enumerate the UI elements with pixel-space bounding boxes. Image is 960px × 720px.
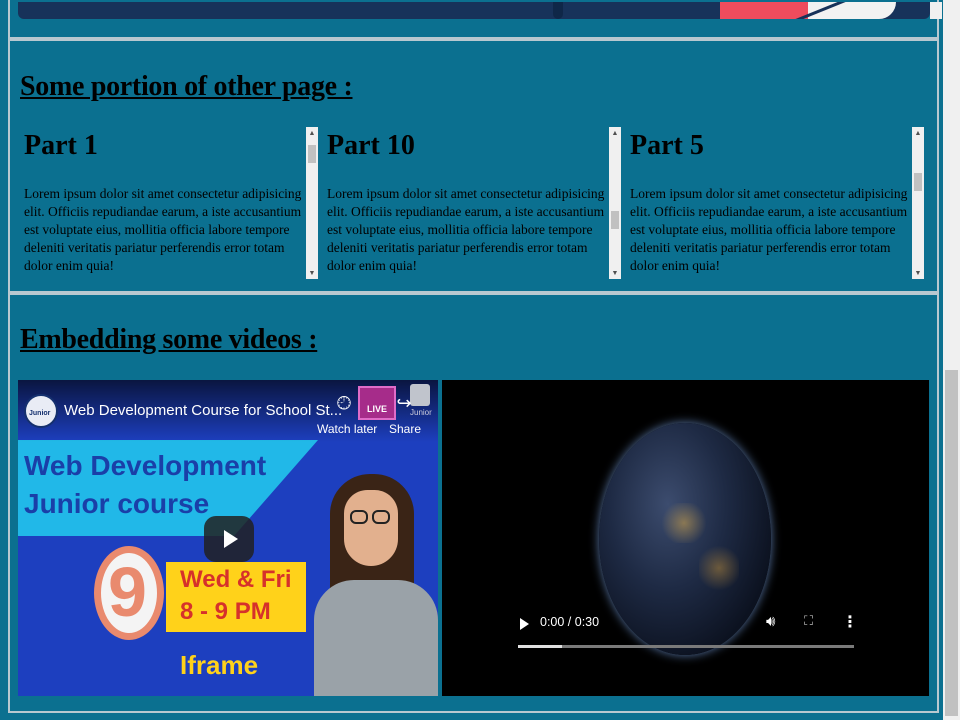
scroll-up-icon[interactable]: ▲: [609, 127, 621, 139]
video-controls: 0:00 / 0:30 🔊︎ ⛶ ⋮: [512, 612, 862, 652]
thumbnail-time: 8 - 9 PM: [180, 598, 271, 625]
seek-bar-progress: [518, 645, 562, 648]
part-frame-10[interactable]: Part 10 Lorem ipsum dolor sit amet conse…: [321, 127, 621, 279]
fullscreen-icon[interactable]: ⛶: [804, 614, 813, 629]
top-iframe[interactable]: [18, 2, 930, 19]
part-text: Lorem ipsum dolor sit amet consectetur a…: [24, 186, 302, 273]
presenter-image: [308, 460, 438, 696]
volume-icon[interactable]: 🔊︎: [766, 612, 775, 630]
other-page-title: Some portion of other page :: [20, 71, 353, 102]
html5-video-player[interactable]: 0:00 / 0:30 🔊︎ ⛶ ⋮: [442, 380, 929, 696]
top-iframe-red-block: [720, 2, 808, 19]
part-title: Part 10: [327, 130, 415, 161]
part-title: Part 1: [24, 130, 98, 161]
channel-logo-text: Junior: [29, 410, 51, 417]
scroll-thumb[interactable]: [611, 211, 619, 229]
scroll-up-icon[interactable]: ▲: [912, 127, 924, 139]
share-icon[interactable]: ↪: [394, 394, 414, 414]
scroll-down-icon[interactable]: ▼: [912, 267, 924, 279]
scroll-down-icon[interactable]: ▼: [306, 267, 318, 279]
part-text: Lorem ipsum dolor sit amet consectetur a…: [630, 186, 908, 273]
thumbnail-heading-2: Junior course: [24, 488, 210, 519]
scroll-down-icon[interactable]: ▼: [609, 267, 621, 279]
watch-later-button[interactable]: Watch later: [317, 422, 377, 436]
part-frame-1[interactable]: Part 1 Lorem ipsum dolor sit amet consec…: [18, 127, 318, 279]
thumbnail-label: Iframe: [180, 650, 259, 680]
clock-icon[interactable]: 🕘︎: [334, 394, 354, 414]
top-iframe-divider: [553, 2, 563, 19]
videos-title: Embedding some videos :: [20, 324, 318, 355]
page-scrollbar[interactable]: [943, 0, 960, 720]
part-title: Part 5: [630, 130, 704, 161]
more-options-icon[interactable]: ⋮: [842, 612, 858, 631]
part-scrollbar[interactable]: ▲ ▼: [306, 127, 318, 279]
thumbnail-heading-1: Web Development: [24, 450, 267, 481]
live-badge-box: [358, 386, 396, 420]
seek-bar[interactable]: [518, 645, 854, 648]
other-page-section: Some portion of other page : Part 1 Lore…: [8, 39, 939, 293]
share-button[interactable]: Share: [389, 422, 421, 436]
page-scroll-thumb[interactable]: [945, 370, 958, 716]
video-time: 0:00 / 0:30: [540, 615, 600, 629]
videos-section: Embedding some videos : Web Development …: [8, 293, 939, 713]
scroll-thumb[interactable]: [914, 173, 922, 191]
scroll-up-icon[interactable]: ▲: [306, 127, 318, 139]
part-scrollbar[interactable]: ▲ ▼: [912, 127, 924, 279]
top-iframe-scrollbar[interactable]: [930, 2, 942, 19]
youtube-embed[interactable]: Web Development Junior course 9 Wed & Fr…: [18, 380, 438, 696]
thumbnail-number: 9: [108, 553, 147, 631]
part-scrollbar[interactable]: ▲ ▼: [609, 127, 621, 279]
scroll-thumb[interactable]: [308, 145, 316, 163]
youtube-video-title[interactable]: Web Development Course for School St...: [64, 402, 342, 419]
live-badge: LIVE: [367, 404, 388, 414]
thumbnail-days: Wed & Fri: [180, 566, 292, 593]
play-icon[interactable]: [520, 618, 529, 630]
play-button-icon[interactable]: [204, 516, 254, 562]
part-text: Lorem ipsum dolor sit amet consectetur a…: [327, 186, 605, 273]
part-frame-5[interactable]: Part 5 Lorem ipsum dolor sit amet consec…: [624, 127, 924, 279]
top-section: [8, 0, 942, 39]
